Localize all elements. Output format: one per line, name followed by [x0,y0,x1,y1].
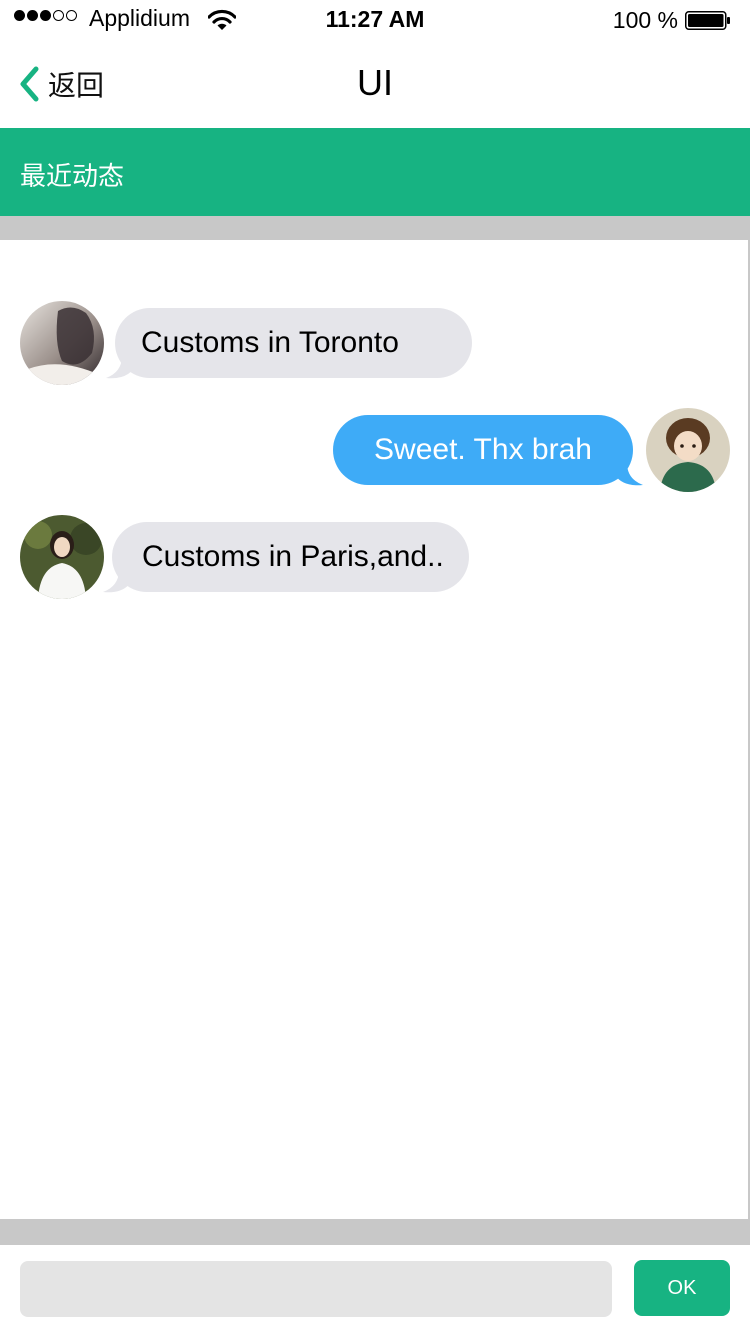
message-bubble-outgoing[interactable]: Sweet. Thx brah [333,415,633,485]
page-title: UI [357,62,393,103]
battery-icon [685,11,730,30]
input-bar: OK [0,1245,750,1334]
section-title: 最近动态 [20,162,125,192]
message-bubble-incoming[interactable]: Customs in Paris,and.. [112,522,469,592]
message-input[interactable] [20,1261,612,1317]
navigation-bar: 返回 UI [0,40,750,128]
section-header: 最近动态 [0,128,750,216]
bottom-divider [0,1219,750,1245]
chat-area[interactable]: Customs in Toronto Sweet. Thx brah Custo… [0,240,750,1219]
avatar[interactable] [646,408,730,492]
send-button[interactable]: OK [634,1260,730,1316]
avatar[interactable] [20,515,104,599]
avatar[interactable] [20,301,104,385]
top-divider [0,216,750,240]
battery-percent: 100 % [612,7,678,33]
message-bubble-incoming[interactable]: Customs in Toronto [115,308,472,378]
status-bar: Applidium 11:27 AM 100 % [0,0,750,40]
